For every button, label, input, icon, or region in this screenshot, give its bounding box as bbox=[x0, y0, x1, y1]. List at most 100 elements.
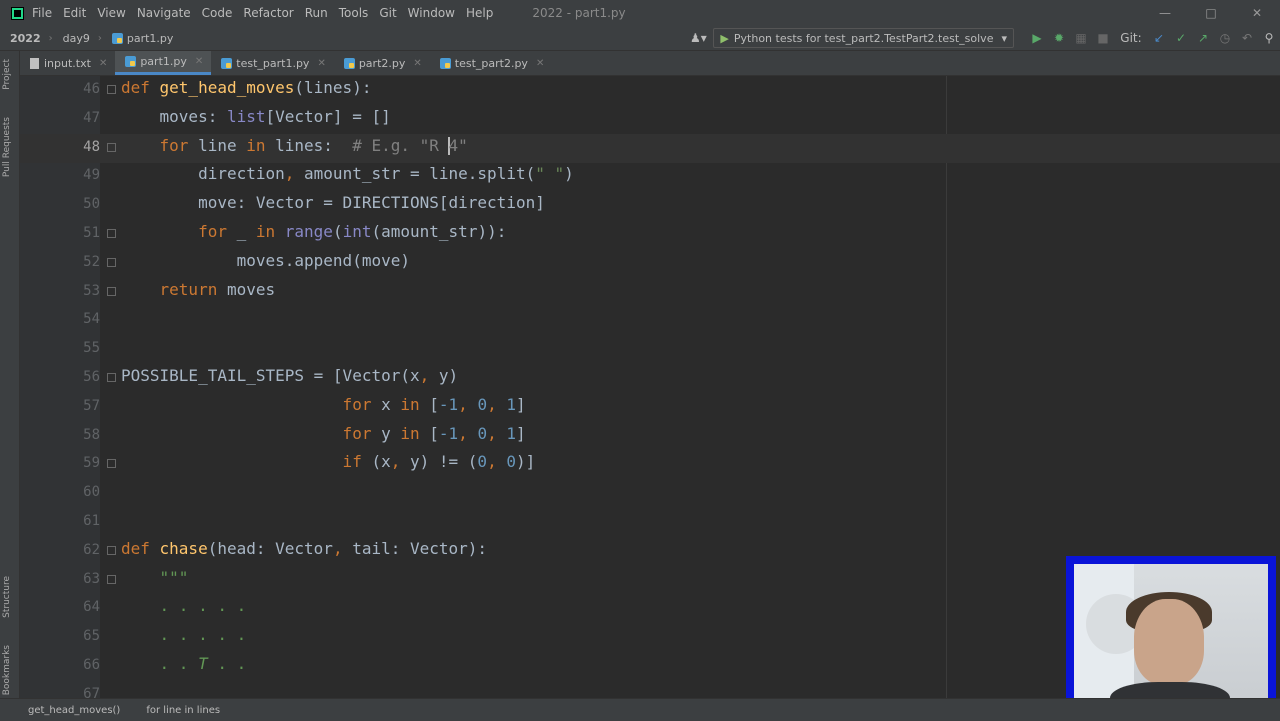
menu-window[interactable]: Window bbox=[408, 6, 455, 20]
chevron-right-icon: › bbox=[97, 32, 102, 44]
code-line[interactable]: 54 bbox=[20, 306, 1280, 335]
python-file-icon bbox=[111, 32, 123, 44]
tool-window-structure[interactable]: Structure bbox=[2, 576, 12, 618]
tab-label: input.txt bbox=[44, 56, 91, 70]
tab-part2-py[interactable]: part2.py ✕ bbox=[334, 51, 430, 75]
run-configuration-selector[interactable]: ▶ Python tests for test_part2.TestPart2.… bbox=[713, 28, 1014, 48]
fold-marker-icon[interactable] bbox=[107, 545, 116, 555]
line-number: 55 bbox=[83, 340, 100, 357]
line-number: 51 bbox=[83, 225, 100, 241]
fold-marker-icon[interactable] bbox=[107, 373, 116, 382]
tab-part1-py[interactable]: part1.py ✕ bbox=[115, 51, 212, 75]
close-icon[interactable]: ✕ bbox=[536, 58, 544, 69]
line-number: 60 bbox=[83, 484, 100, 501]
tab-label: part1.py bbox=[140, 55, 187, 68]
minimize-icon[interactable]: — bbox=[1142, 0, 1188, 26]
menu-code[interactable]: Code bbox=[202, 6, 233, 20]
history-icon[interactable]: ◷ bbox=[1214, 26, 1236, 50]
code-line[interactable]: 46 def get_head_moves(lines): bbox=[20, 76, 1280, 105]
code-line[interactable]: 60 bbox=[20, 479, 1280, 508]
line-number: 57 bbox=[83, 397, 100, 414]
fold-marker-icon[interactable] bbox=[107, 257, 116, 267]
python-file-icon bbox=[439, 57, 451, 69]
breadcrumb-file[interactable]: part1.py bbox=[111, 32, 173, 45]
menu-navigate[interactable]: Navigate bbox=[137, 6, 191, 20]
git-update-icon[interactable]: ↙ bbox=[1148, 26, 1170, 50]
fold-marker-icon[interactable] bbox=[107, 229, 116, 238]
stop-icon[interactable]: ■ bbox=[1092, 26, 1114, 50]
debug-icon[interactable]: ✹ bbox=[1048, 26, 1070, 50]
maximize-icon[interactable]: □ bbox=[1188, 0, 1234, 26]
close-icon[interactable]: ✕ bbox=[195, 56, 203, 67]
fold-marker-icon[interactable] bbox=[107, 85, 116, 94]
tool-window-pull-requests[interactable]: Pull Requests bbox=[2, 117, 12, 177]
code-line[interactable]: 58 for y in [-1, 0, 1] bbox=[20, 422, 1280, 451]
code-line[interactable]: 49 direction, amount_str = line.split(" … bbox=[20, 162, 1280, 191]
line-number: 53 bbox=[83, 282, 100, 299]
tool-window-project[interactable]: Project bbox=[2, 59, 12, 90]
close-icon[interactable]: ✕ bbox=[1234, 0, 1280, 26]
tool-window-bookmarks[interactable]: Bookmarks bbox=[2, 645, 12, 695]
line-number: 49 bbox=[83, 167, 100, 184]
scope-breadcrumb-function[interactable]: get_head_moves() bbox=[28, 705, 120, 716]
code-line[interactable]: 53 return moves bbox=[20, 278, 1280, 307]
scope-breadcrumb-loop[interactable]: for line in lines bbox=[146, 705, 220, 716]
tab-input-txt[interactable]: input.txt ✕ bbox=[20, 51, 115, 75]
chevron-right-icon: › bbox=[48, 32, 53, 44]
code-text: def get_head_moves(lines): bbox=[121, 78, 372, 97]
code-line[interactable]: 61 bbox=[20, 508, 1280, 537]
coverage-icon[interactable]: ▦ bbox=[1070, 26, 1092, 50]
code-line[interactable]: 57 for x in [-1, 0, 1] bbox=[20, 393, 1280, 422]
fold-marker-icon[interactable] bbox=[107, 286, 116, 296]
code-text: . . . . . bbox=[121, 625, 247, 645]
code-line[interactable]: 52 moves.append(move) bbox=[20, 249, 1280, 278]
code-line[interactable]: 47 moves: list[Vector] = [] bbox=[20, 105, 1280, 134]
code-text: """ bbox=[121, 567, 189, 587]
code-line[interactable]: 51 for _ in range(int(amount_str)): bbox=[20, 220, 1280, 249]
run-configuration-label: Python tests for test_part2.TestPart2.te… bbox=[733, 31, 994, 45]
close-icon[interactable]: ✕ bbox=[99, 58, 107, 69]
pycharm-logo-icon bbox=[11, 6, 24, 20]
rollback-icon[interactable]: ↶ bbox=[1236, 26, 1258, 50]
git-push-icon[interactable]: ↗ bbox=[1192, 26, 1214, 50]
tab-label: test_part1.py bbox=[236, 56, 310, 70]
window-controls: — □ ✕ bbox=[1142, 0, 1280, 26]
breadcrumb-folder[interactable]: day9 › bbox=[63, 32, 102, 45]
test-config-icon: ▶ bbox=[720, 31, 729, 45]
code-line[interactable]: 59 if (x, y) != (0, 0)] bbox=[20, 450, 1280, 479]
fold-marker-icon[interactable] bbox=[107, 574, 116, 584]
close-icon[interactable]: ✕ bbox=[317, 58, 325, 69]
menu-view[interactable]: View bbox=[97, 6, 125, 20]
code-text: POSSIBLE_TAIL_STEPS = [Vector(x, y) bbox=[121, 366, 459, 385]
menu-tools[interactable]: Tools bbox=[339, 6, 369, 20]
tool-window-label: Pull Requests bbox=[2, 117, 12, 178]
menu-file[interactable]: File bbox=[32, 6, 52, 20]
code-line[interactable]: 50 move: Vector = DIRECTIONS[direction] bbox=[20, 191, 1280, 220]
fold-marker-icon[interactable] bbox=[107, 142, 116, 152]
git-commit-icon[interactable]: ✓ bbox=[1170, 26, 1192, 50]
search-icon[interactable]: ⚲ bbox=[1258, 26, 1280, 50]
run-icon[interactable]: ▶ bbox=[1026, 26, 1048, 50]
breadcrumb-label: 2022 bbox=[10, 31, 41, 45]
line-number: 59 bbox=[83, 455, 100, 472]
breadcrumb-root[interactable]: 2022 › bbox=[10, 32, 53, 45]
fold-marker-icon[interactable] bbox=[107, 459, 116, 469]
menu-edit[interactable]: Edit bbox=[63, 6, 86, 20]
code-line[interactable]: 56 POSSIBLE_TAIL_STEPS = [Vector(x, y) bbox=[20, 364, 1280, 393]
menu-refactor[interactable]: Refactor bbox=[243, 6, 293, 20]
line-number: 67 bbox=[83, 685, 100, 698]
menu-git[interactable]: Git bbox=[379, 6, 396, 20]
user-icon[interactable]: ♟▾ bbox=[683, 26, 713, 50]
tab-test-part2-py[interactable]: test_part2.py ✕ bbox=[430, 51, 553, 75]
close-icon[interactable]: ✕ bbox=[413, 58, 421, 69]
line-number: 56 bbox=[83, 369, 100, 385]
menu-run[interactable]: Run bbox=[305, 6, 328, 20]
menu-help[interactable]: Help bbox=[466, 6, 493, 20]
line-number: 46 bbox=[83, 81, 100, 97]
code-line[interactable]: 48 for line in lines: # E.g. "R 4" bbox=[20, 133, 1280, 163]
tab-test-part1-py[interactable]: test_part1.py ✕ bbox=[211, 51, 334, 75]
tab-label: part2.py bbox=[358, 56, 406, 70]
code-line[interactable]: 55 bbox=[20, 335, 1280, 364]
code-text: if (x, y) != (0, 0)] bbox=[121, 452, 536, 472]
code-text: moves.append(move) bbox=[121, 250, 410, 270]
